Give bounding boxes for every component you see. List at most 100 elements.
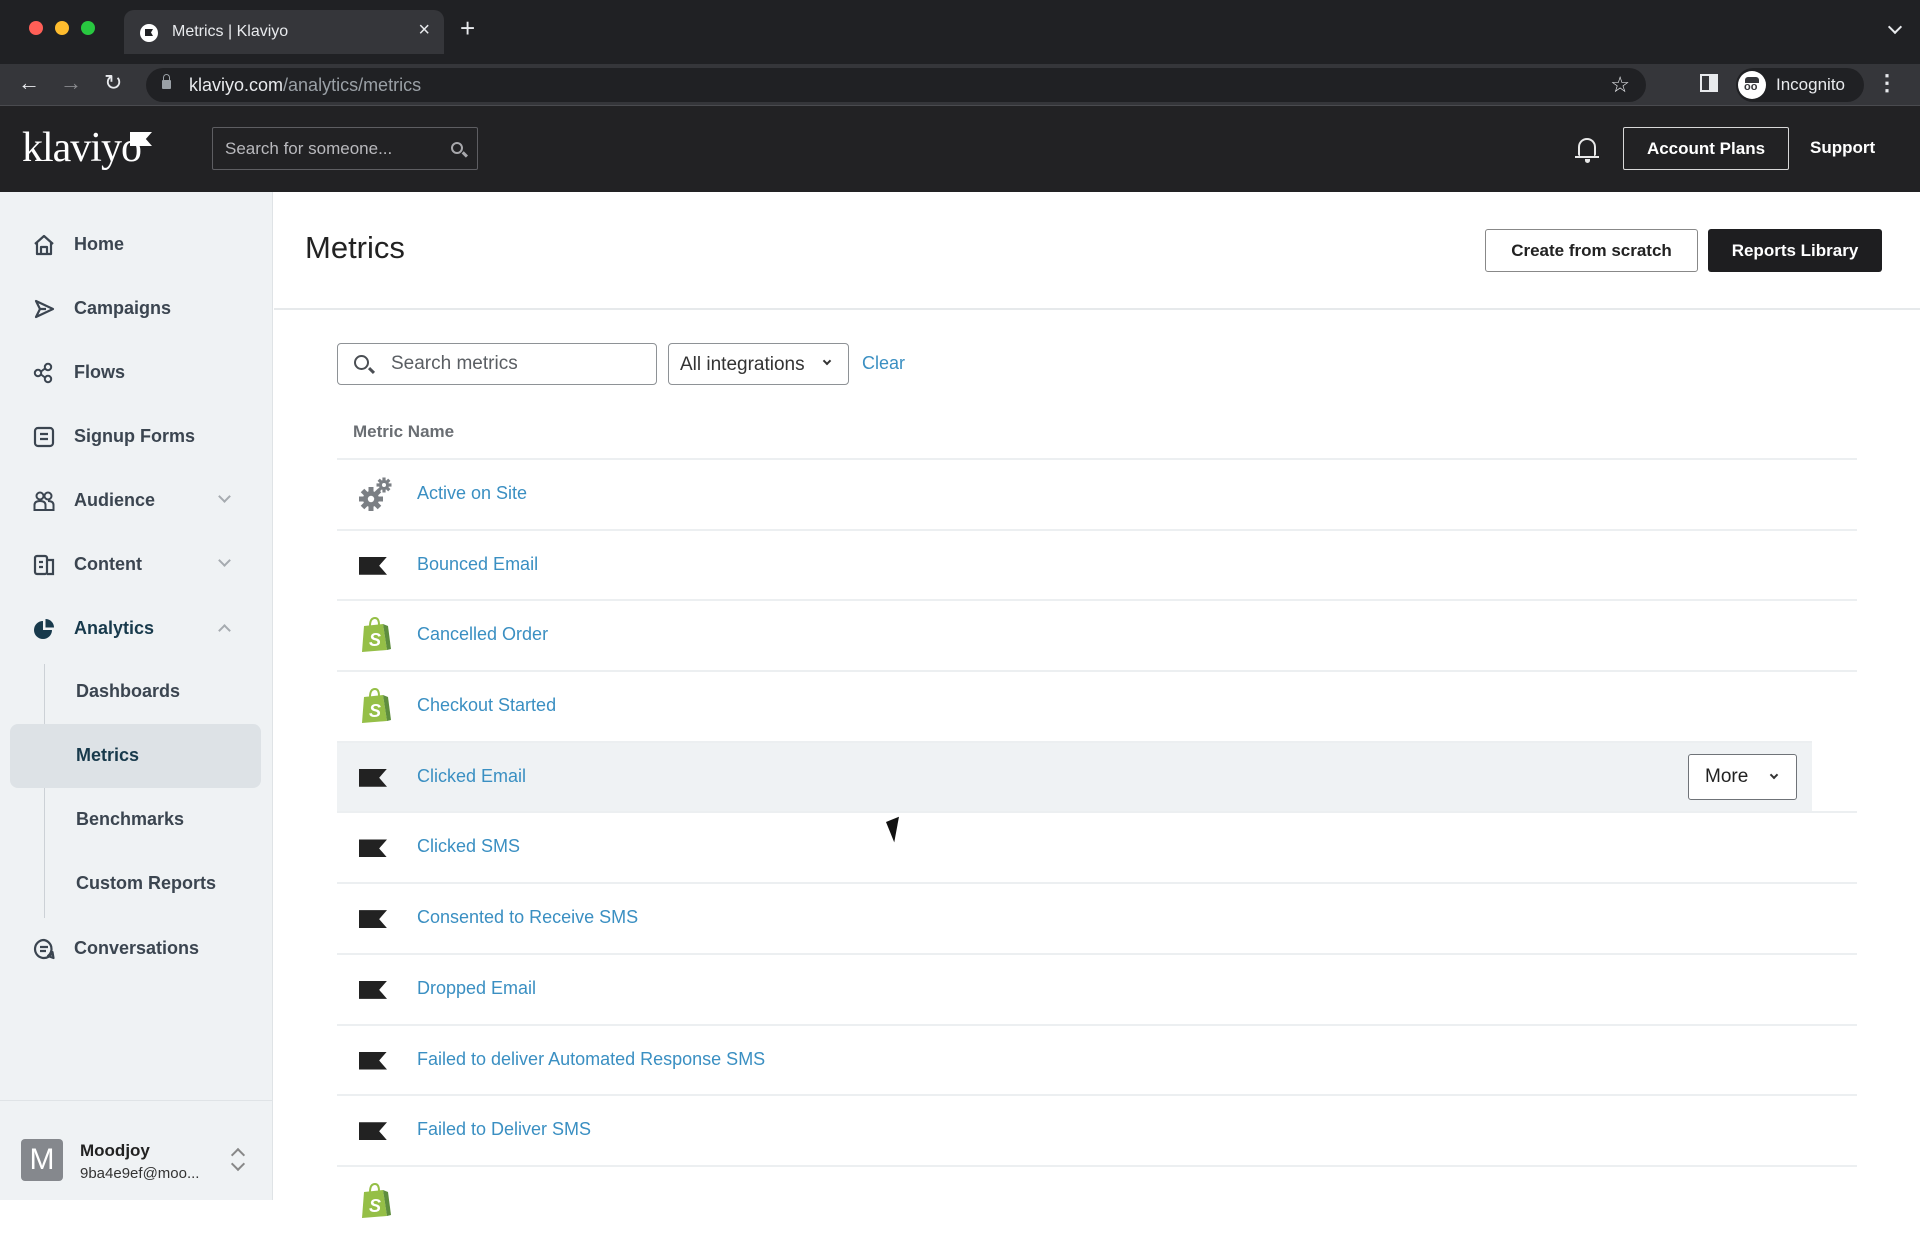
metric-name-link[interactable]: Failed to deliver Automated Response SMS (417, 1049, 765, 1070)
browser-tab[interactable]: Metrics | Klaviyo × (124, 10, 444, 54)
sidebar-label: Analytics (74, 618, 155, 638)
profile-search-input[interactable] (213, 128, 477, 169)
bookmark-star-icon[interactable]: ☆ (1610, 72, 1630, 98)
sidebar-subitem-metrics[interactable]: Metrics (10, 724, 261, 788)
more-actions-button[interactable]: More (1688, 753, 1797, 800)
metric-name-link[interactable]: Active on Site (417, 483, 527, 504)
chevron-down-icon (218, 490, 231, 503)
integration-filter-select[interactable]: All integrations (668, 343, 849, 385)
clear-filters-link[interactable]: Clear (862, 353, 905, 374)
metric-name-link[interactable]: Checkout Started (417, 695, 556, 716)
reports-library-button[interactable]: Reports Library (1708, 229, 1882, 272)
sidebar-label: Campaigns (74, 298, 172, 318)
tab-close-icon[interactable]: × (418, 19, 430, 42)
side-panel-icon[interactable] (1700, 74, 1718, 92)
metric-name-link[interactable]: Consented to Receive SMS (417, 907, 638, 928)
form-icon (33, 426, 55, 448)
metric-name-link[interactable]: Clicked Email (417, 766, 526, 787)
account-plans-button[interactable]: Account Plans (1623, 127, 1789, 170)
klaviyo-flag-icon (357, 546, 395, 584)
klaviyo-flag-icon (357, 1041, 395, 1079)
app-header: klaviyo Account Plans Support (0, 106, 1920, 192)
support-link[interactable]: Support (1810, 138, 1875, 158)
create-from-scratch-button[interactable]: Create from scratch (1485, 229, 1698, 272)
klaviyo-logo[interactable]: klaviyo (22, 124, 142, 172)
table-row[interactable]: Clicked Email More (337, 740, 1812, 812)
table-row[interactable]: Failed to Deliver SMS (337, 1094, 1857, 1165)
table-row[interactable]: S Checkout Started (337, 670, 1857, 741)
metric-search-input[interactable] (338, 344, 656, 384)
page-title: Metrics (305, 230, 405, 265)
window-close-button[interactable] (29, 21, 43, 35)
incognito-profile-button[interactable]: Incognito (1736, 68, 1864, 102)
metric-name-link[interactable]: Dropped Email (417, 978, 536, 999)
tab-search-chevron-icon[interactable] (1887, 19, 1903, 35)
chevron-down-icon (822, 356, 832, 366)
sidebar-item-campaigns[interactable]: Campaigns (0, 284, 273, 334)
sidebar-label: Signup Forms (74, 426, 195, 446)
page-header: Metrics Create from scratch Reports Libr… (274, 192, 1920, 310)
table-row[interactable]: Failed to deliver Automated Response SMS (337, 1023, 1857, 1095)
klaviyo-flag-icon (357, 899, 395, 937)
chevron-up-icon (218, 624, 231, 637)
sidebar-item-signup-forms[interactable]: Signup Forms (0, 412, 273, 462)
table-row[interactable]: Bounced Email (337, 528, 1857, 600)
account-switcher[interactable]: M Moodjoy 9ba4e9ef@moo... (0, 1100, 273, 1200)
sidebar-subitem-dashboards[interactable]: Dashboards (10, 660, 261, 724)
metric-name-link[interactable]: Clicked SMS (417, 836, 520, 857)
sidebar-subitem-benchmarks[interactable]: Benchmarks (10, 788, 261, 852)
address-bar[interactable]: klaviyo.com/analytics/metrics ☆ (146, 68, 1646, 102)
table-row[interactable]: Active on Site (337, 458, 1857, 529)
gears-icon (357, 475, 395, 513)
browser-menu-icon[interactable]: ⋮ (1876, 70, 1898, 96)
metric-name-link[interactable]: Failed to Deliver SMS (417, 1119, 591, 1140)
sidebar-label: Flows (74, 362, 126, 382)
sidebar-sublabel: Metrics (76, 745, 140, 765)
main-content: Metrics Create from scratch Reports Libr… (274, 192, 1920, 1218)
new-tab-button[interactable]: + (460, 15, 475, 41)
table-row[interactable]: S (337, 1164, 1857, 1236)
chat-icon (33, 938, 55, 960)
search-icon[interactable] (451, 142, 463, 154)
column-header-metric-name[interactable]: Metric Name (353, 422, 454, 442)
flows-icon (33, 362, 53, 384)
table-row[interactable]: Clicked SMS (337, 811, 1857, 882)
sidebar-item-conversations[interactable]: Conversations (0, 924, 273, 974)
profile-search[interactable] (212, 127, 478, 170)
back-arrow-icon[interactable]: ← (18, 70, 40, 96)
window-maximize-button[interactable] (81, 21, 95, 35)
sidebar-item-analytics[interactable]: Analytics (0, 604, 273, 654)
notifications-bell-icon[interactable] (1575, 138, 1599, 163)
avatar: M (21, 1139, 63, 1181)
klaviyo-flag-icon (357, 828, 395, 866)
klaviyo-flag-icon (357, 970, 395, 1008)
metric-name-link[interactable]: Bounced Email (417, 554, 538, 575)
svg-text:S: S (369, 630, 381, 650)
forward-arrow-icon[interactable]: → (60, 70, 82, 96)
chevron-up-down-icon[interactable] (230, 1145, 246, 1175)
window-minimize-button[interactable] (55, 21, 69, 35)
table-row[interactable]: Dropped Email (337, 952, 1857, 1024)
analytics-pie-icon (34, 619, 54, 639)
sidebar-subitem-custom-reports[interactable]: Custom Reports (10, 852, 261, 916)
chevron-down-icon (1769, 770, 1779, 779)
browser-toolbar: ← → ↻ klaviyo.com/analytics/metrics ☆ In… (0, 64, 1920, 106)
url-domain: klaviyo.com (189, 75, 284, 95)
account-name: Moodjoy (80, 1141, 150, 1160)
sidebar-label: Home (74, 234, 125, 254)
lock-icon (162, 74, 171, 89)
sidebar-item-audience[interactable]: Audience (0, 476, 273, 526)
reload-icon[interactable]: ↻ (104, 70, 122, 96)
sidebar-item-flows[interactable]: Flows (0, 348, 273, 398)
table-row[interactable]: S Cancelled Order (337, 599, 1857, 670)
incognito-icon (1738, 71, 1766, 99)
sidebar-item-content[interactable]: Content (0, 540, 273, 590)
shopify-bag-icon: S (357, 1182, 395, 1220)
metric-search[interactable] (337, 343, 657, 385)
klaviyo-flag-icon (357, 758, 395, 796)
table-row[interactable]: Consented to Receive SMS (337, 882, 1857, 953)
metric-name-link[interactable]: Cancelled Order (417, 624, 548, 645)
sidebar-item-home[interactable]: Home (0, 220, 273, 270)
klaviyo-flag-icon (357, 1111, 395, 1149)
url-text[interactable]: klaviyo.com/analytics/metrics (189, 75, 421, 96)
